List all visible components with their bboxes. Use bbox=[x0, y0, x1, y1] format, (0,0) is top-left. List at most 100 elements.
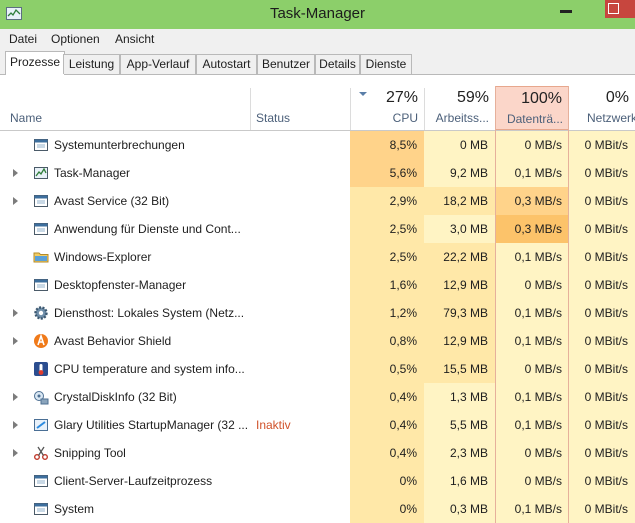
process-status bbox=[256, 159, 346, 187]
tab-leistung[interactable]: Leistung bbox=[63, 54, 120, 74]
system-window-icon bbox=[33, 137, 49, 153]
expand-chevron-icon[interactable] bbox=[13, 421, 18, 429]
network-value: 0 MBit/s bbox=[569, 327, 635, 355]
process-name: Glary Utilities StartupManager (32 ... bbox=[54, 418, 249, 432]
process-name: Windows-Explorer bbox=[54, 250, 152, 264]
menu-optionen[interactable]: Optionen bbox=[51, 32, 100, 46]
restore-button[interactable] bbox=[605, 0, 635, 18]
disk-column-border-right bbox=[568, 86, 569, 523]
disk-value: 0,1 MB/s bbox=[495, 243, 569, 271]
gear-icon bbox=[33, 305, 49, 321]
menu-bar: Datei Optionen Ansicht bbox=[0, 29, 635, 50]
system-window-icon bbox=[33, 473, 49, 489]
tab-prozesse[interactable]: Prozesse bbox=[5, 51, 65, 75]
memory-value: 1,3 MB bbox=[424, 383, 495, 411]
process-status bbox=[256, 271, 346, 299]
process-name: Avast Behavior Shield bbox=[54, 334, 172, 348]
task-manager-icon bbox=[33, 165, 49, 181]
system-window-icon bbox=[33, 277, 49, 293]
tab-autostart[interactable]: Autostart bbox=[196, 54, 257, 74]
cpu-value: 2,9% bbox=[350, 187, 424, 215]
network-value: 0 MBit/s bbox=[569, 439, 635, 467]
process-status bbox=[256, 383, 346, 411]
column-header-cpu[interactable]: 27% CPU bbox=[350, 75, 424, 130]
process-row[interactable]: Windows-Explorer 2,5% 22,2 MB 0,1 MB/s 0 MBi… bbox=[0, 243, 635, 271]
process-name: Client-Server-Laufzeitprozess bbox=[54, 474, 213, 488]
process-row[interactable]: System 0% 0,3 MB 0,1 MB/s 0 MBit/s bbox=[0, 495, 635, 523]
process-status bbox=[256, 495, 346, 523]
disk-value: 0,1 MB/s bbox=[495, 327, 569, 355]
cpu-value: 2,5% bbox=[350, 243, 424, 271]
network-value: 0 MBit/s bbox=[569, 467, 635, 495]
process-row[interactable]: Glary Utilities StartupManager (32 ... In… bbox=[0, 411, 635, 439]
cpu-value: 0,5% bbox=[350, 355, 424, 383]
title-bar: Task-Manager bbox=[0, 0, 635, 29]
expand-chevron-icon[interactable] bbox=[13, 449, 18, 457]
column-header-status[interactable]: Status bbox=[250, 75, 350, 130]
process-row[interactable]: CPU temperature and system info... 0,5% 15… bbox=[0, 355, 635, 383]
expand-chevron-icon[interactable] bbox=[13, 309, 18, 317]
expand-chevron-icon[interactable] bbox=[13, 337, 18, 345]
process-row[interactable]: Systemunterbrechungen 8,5% 0 MB 0 MB/s 0 MBi… bbox=[0, 131, 635, 159]
disk-value: 0,3 MB/s bbox=[495, 215, 569, 243]
cpu-value: 5,6% bbox=[350, 159, 424, 187]
column-header-network[interactable]: 0% Netzwerk bbox=[569, 75, 635, 130]
process-row[interactable]: Anwendung für Dienste und Cont... 2,5% 3,0… bbox=[0, 215, 635, 243]
process-row[interactable]: Snipping Tool 0,4% 2,3 MB 0 MB/s 0 MBit/s bbox=[0, 439, 635, 467]
expand-chevron-icon[interactable] bbox=[13, 393, 18, 401]
disk-value: 0,1 MB/s bbox=[495, 411, 569, 439]
tab-app-verlauf[interactable]: App-Verlauf bbox=[120, 54, 196, 74]
disk-value: 0,3 MB/s bbox=[495, 187, 569, 215]
network-value: 0 MBit/s bbox=[569, 355, 635, 383]
process-name: Avast Service (32 Bit) bbox=[54, 194, 170, 208]
crystal-disk-icon bbox=[33, 389, 49, 405]
menu-ansicht[interactable]: Ansicht bbox=[115, 32, 154, 46]
memory-column-label: Arbeitss... bbox=[435, 111, 489, 125]
expand-chevron-icon[interactable] bbox=[13, 197, 18, 205]
memory-value: 12,9 MB bbox=[424, 327, 495, 355]
glary-icon bbox=[33, 417, 49, 433]
process-row[interactable]: Avast Behavior Shield 0,8% 12,9 MB 0,1 MB/s… bbox=[0, 327, 635, 355]
cpu-value: 0,4% bbox=[350, 383, 424, 411]
cpu-column-label: CPU bbox=[392, 111, 418, 125]
expand-chevron-icon[interactable] bbox=[13, 169, 18, 177]
memory-value: 1,6 MB bbox=[424, 467, 495, 495]
disk-value: 0 MB/s bbox=[495, 355, 569, 383]
network-value: 0 MBit/s bbox=[569, 299, 635, 327]
column-header-disk[interactable]: 100% Datenträ... bbox=[495, 86, 569, 130]
tab-details[interactable]: Details bbox=[315, 54, 360, 74]
process-status bbox=[256, 355, 346, 383]
cpu-value: 0,4% bbox=[350, 439, 424, 467]
process-row[interactable]: Diensthost: Lokales System (Netz... 1,2% 7… bbox=[0, 299, 635, 327]
network-value: 0 MBit/s bbox=[569, 131, 635, 159]
process-row[interactable]: Task-Manager 5,6% 9,2 MB 0,1 MB/s 0 MBit/s bbox=[0, 159, 635, 187]
process-row[interactable]: Client-Server-Laufzeitprozess 0% 1,6 MB 0 M… bbox=[0, 467, 635, 495]
disk-value: 0 MB/s bbox=[495, 467, 569, 495]
column-status-label: Status bbox=[256, 111, 291, 125]
process-status: Inaktiv bbox=[256, 418, 291, 432]
disk-value: 0,1 MB/s bbox=[495, 159, 569, 187]
memory-value: 3,0 MB bbox=[424, 215, 495, 243]
memory-value: 79,3 MB bbox=[424, 299, 495, 327]
cpu-total-percent: 27% bbox=[385, 89, 418, 106]
tab-benutzer[interactable]: Benutzer bbox=[257, 54, 315, 74]
process-name: Snipping Tool bbox=[54, 446, 126, 460]
process-name: CrystalDiskInfo (32 Bit) bbox=[54, 390, 177, 404]
cpu-temp-icon bbox=[33, 361, 49, 377]
memory-value: 0 MB bbox=[424, 131, 495, 159]
process-row[interactable]: Desktopfenster-Manager 1,6% 12,9 MB 0 MB/s 0… bbox=[0, 271, 635, 299]
memory-value: 5,5 MB bbox=[424, 411, 495, 439]
network-value: 0 MBit/s bbox=[569, 271, 635, 299]
system-window-icon bbox=[33, 221, 49, 237]
sort-indicator-icon bbox=[359, 92, 367, 96]
minimize-button[interactable] bbox=[560, 10, 572, 13]
process-list: Systemunterbrechungen 8,5% 0 MB 0 MB/s 0 MBi… bbox=[0, 131, 635, 523]
process-row[interactable]: CrystalDiskInfo (32 Bit) 0,4% 1,3 MB 0,1 MB… bbox=[0, 383, 635, 411]
process-row[interactable]: Avast Service (32 Bit) 2,9% 18,2 MB 0,3 MB/… bbox=[0, 187, 635, 215]
column-header-name[interactable]: Name bbox=[0, 75, 250, 130]
disk-column-label: Datenträ... bbox=[506, 112, 563, 126]
menu-datei[interactable]: Datei bbox=[9, 32, 37, 46]
tab-dienste[interactable]: Dienste bbox=[360, 54, 412, 74]
process-name: Diensthost: Lokales System (Netz... bbox=[54, 306, 245, 320]
column-header-memory[interactable]: 59% Arbeitss... bbox=[424, 75, 495, 130]
